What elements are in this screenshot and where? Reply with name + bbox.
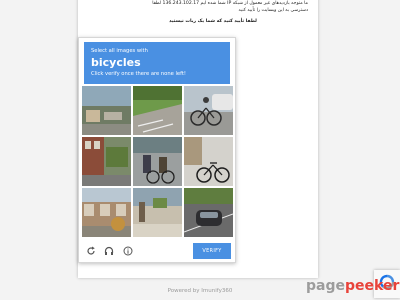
notice-line-1: ما متوجه بازدیدهای غیر معمول از شبکه IP … xyxy=(152,1,308,6)
grid-tile-2[interactable] xyxy=(133,86,182,135)
watermark-part-1: page xyxy=(306,278,345,294)
headphones-icon[interactable] xyxy=(103,245,114,256)
reload-icon[interactable] xyxy=(85,245,96,256)
verify-button[interactable]: VERIFY xyxy=(193,243,231,259)
captcha-footer: VERIFY xyxy=(79,239,235,261)
grid-tile-8[interactable] xyxy=(133,188,182,237)
captcha-target: bicycles xyxy=(91,56,141,69)
grid-tile-3[interactable] xyxy=(184,86,233,135)
notice-line-3: لطفا تأیید کنید که شما یک ربات نیستید xyxy=(169,19,257,24)
grid-tile-5[interactable] xyxy=(133,137,182,186)
captcha-widget: Select all images with bicycles Click ve… xyxy=(78,37,236,263)
captcha-hint: Click verify once there are none left! xyxy=(91,71,186,77)
image-grid xyxy=(82,86,233,237)
grid-tile-6[interactable] xyxy=(184,137,233,186)
watermark: pagepeeker xyxy=(306,278,399,294)
notice-line-2: دسترسی به این وبسایت را تأیید کنید xyxy=(238,8,308,13)
grid-tile-9[interactable] xyxy=(184,188,233,237)
grid-tile-4[interactable] xyxy=(82,137,131,186)
captcha-instruction: Select all images with xyxy=(91,48,148,54)
grid-tile-7[interactable] xyxy=(82,188,131,237)
grid-tile-1[interactable] xyxy=(82,86,131,135)
info-icon[interactable] xyxy=(122,245,133,256)
watermark-part-2: peeker xyxy=(345,278,400,294)
captcha-header: Select all images with bicycles Click ve… xyxy=(84,42,230,84)
notice-text: ما متوجه بازدیدهای غیر معمول از شبکه IP … xyxy=(118,0,308,25)
